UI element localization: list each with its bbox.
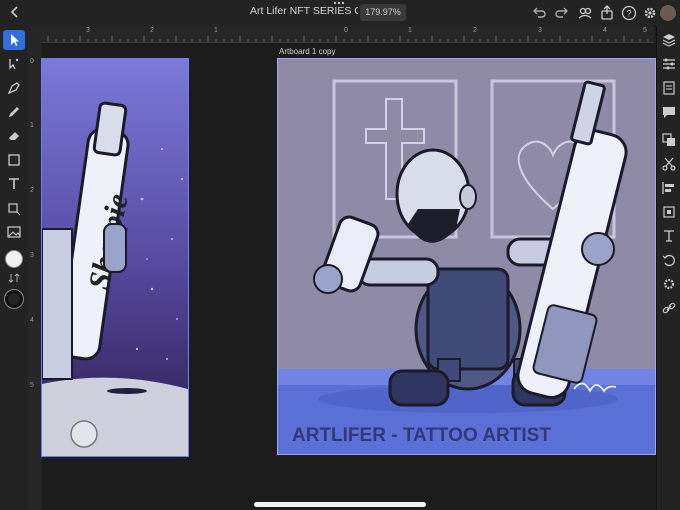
crop-icon[interactable] bbox=[661, 204, 677, 220]
svg-text:?: ? bbox=[626, 9, 631, 19]
image-icon bbox=[7, 226, 21, 238]
libraries-icon[interactable] bbox=[661, 80, 677, 96]
share-icon[interactable] bbox=[598, 4, 616, 22]
stroke-swatch[interactable] bbox=[4, 289, 24, 309]
ruler-label: 5 bbox=[643, 27, 647, 34]
redo-icon[interactable] bbox=[553, 4, 571, 22]
settings-icon[interactable] bbox=[661, 276, 677, 292]
undo-path-icon[interactable] bbox=[661, 252, 677, 268]
ruler-corner bbox=[28, 26, 42, 42]
help-icon[interactable]: ? bbox=[620, 4, 638, 22]
select-tool[interactable] bbox=[3, 30, 25, 50]
ruler-label: 4 bbox=[30, 317, 34, 324]
pen-tool[interactable] bbox=[3, 78, 25, 98]
ruler-label: 0 bbox=[344, 27, 348, 34]
ruler-label: 3 bbox=[30, 252, 34, 259]
right-toolbar bbox=[656, 26, 680, 510]
ruler-ticks bbox=[47, 36, 649, 42]
cut-icon[interactable] bbox=[661, 156, 677, 172]
zoom-level[interactable]: 179.97% bbox=[360, 4, 406, 21]
user-avatar[interactable] bbox=[660, 5, 676, 21]
left-toolbar bbox=[0, 26, 29, 510]
properties-icon[interactable] bbox=[661, 56, 677, 72]
tattoo-artist-artwork: ARTLIFER - TATTOO ARTIST bbox=[278, 59, 655, 454]
pencil-tool[interactable] bbox=[3, 102, 25, 122]
ruler-label: 5 bbox=[30, 382, 34, 389]
comments-icon[interactable] bbox=[661, 104, 677, 120]
select-icon bbox=[11, 34, 19, 46]
artboard-right[interactable]: ARTLIFER - TATTOO ARTIST bbox=[277, 58, 656, 455]
ruler-label: 3 bbox=[86, 27, 90, 34]
artboard-label[interactable]: Artboard 1 copy bbox=[279, 47, 335, 56]
artwork-caption: ARTLIFER - TATTOO ARTIST bbox=[292, 425, 551, 446]
back-button[interactable] bbox=[6, 3, 24, 21]
ruler-label: 4 bbox=[603, 27, 607, 34]
vertical-ruler[interactable]: 0 1 2 3 4 5 bbox=[28, 42, 43, 510]
ruler-label: 2 bbox=[30, 187, 34, 194]
transform-tool[interactable] bbox=[3, 198, 25, 218]
shape-tool[interactable] bbox=[3, 150, 25, 170]
image-tool[interactable] bbox=[3, 222, 25, 242]
direct-select-tool[interactable] bbox=[3, 54, 25, 74]
fill-swatch[interactable] bbox=[5, 250, 23, 268]
shape-icon bbox=[8, 154, 20, 166]
ruler-label: 0 bbox=[30, 58, 34, 65]
horizontal-ruler[interactable]: 3 2 1 0 1 2 3 4 5 bbox=[42, 26, 654, 43]
ruler-label: 2 bbox=[473, 27, 477, 34]
ruler-label: 1 bbox=[30, 122, 34, 129]
align-icon[interactable] bbox=[661, 180, 677, 196]
artboard-left[interactable]: Sharpie bbox=[41, 58, 189, 457]
astronaut-artwork: Sharpie bbox=[42, 59, 188, 456]
eraser-icon bbox=[9, 132, 19, 140]
settings-gear-icon[interactable] bbox=[641, 4, 659, 22]
swap-icon[interactable] bbox=[7, 272, 21, 284]
invite-icon[interactable] bbox=[576, 4, 594, 22]
home-indicator[interactable] bbox=[254, 502, 426, 507]
top-bar: Art Lifer NFT SERIES C 179.97% ? bbox=[0, 0, 680, 27]
ruler-label: 1 bbox=[214, 27, 218, 34]
pencil-icon bbox=[9, 107, 19, 117]
text-icon bbox=[9, 178, 19, 189]
document-title[interactable]: Art Lifer NFT SERIES C bbox=[250, 5, 358, 17]
ruler-label: 1 bbox=[408, 27, 412, 34]
text-tool[interactable] bbox=[3, 174, 25, 194]
direct-select-icon bbox=[9, 58, 19, 70]
type-icon[interactable] bbox=[661, 228, 677, 244]
ruler-label: 2 bbox=[150, 27, 154, 34]
layers-icon[interactable] bbox=[661, 32, 677, 48]
chevron-left-icon bbox=[10, 6, 18, 18]
ruler-label: 3 bbox=[538, 27, 542, 34]
link-icon[interactable] bbox=[661, 300, 677, 316]
transform-icon bbox=[8, 203, 21, 216]
undo-icon[interactable] bbox=[530, 4, 548, 22]
arrange-icon[interactable] bbox=[661, 132, 677, 148]
eraser-tool[interactable] bbox=[3, 126, 25, 146]
pen-icon bbox=[7, 82, 20, 95]
